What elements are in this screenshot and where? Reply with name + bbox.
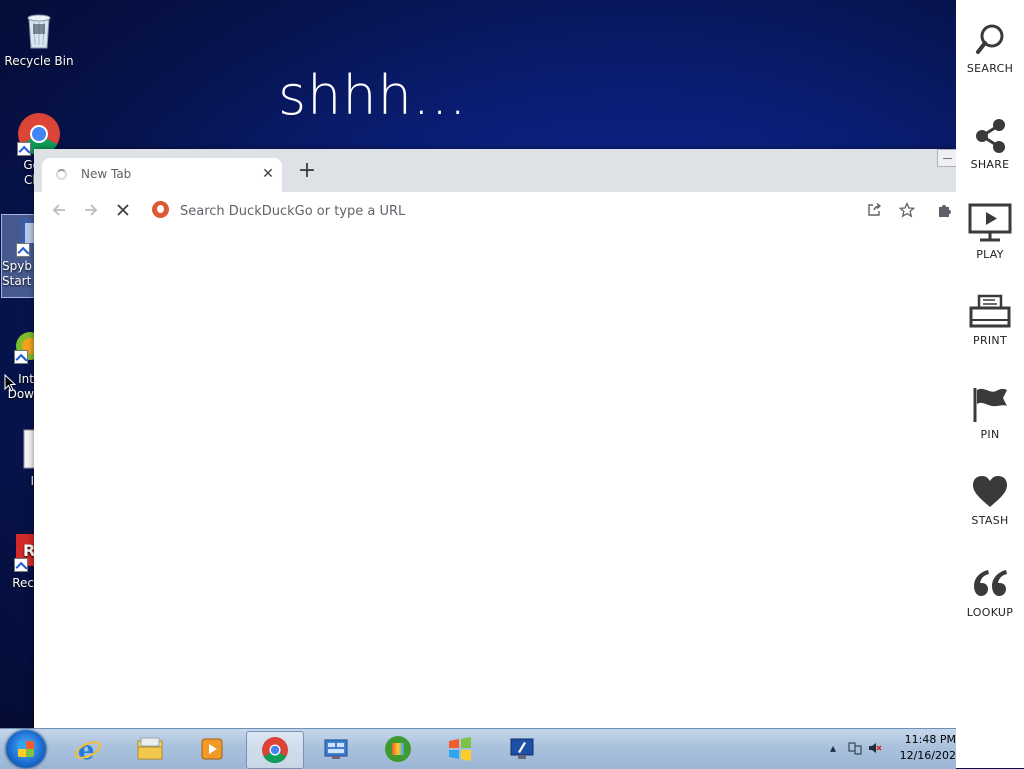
page-content [34,228,956,728]
side-item-label: PLAY [976,248,1004,261]
browser-window: New Tab ✕ + [34,149,956,728]
tab-close-button[interactable]: ✕ [260,166,276,182]
flag-icon [973,388,1007,422]
share-box-icon [867,202,881,216]
tab-new-tab[interactable]: New Tab ✕ [42,158,282,192]
desktop-icon-spybot[interactable]: Spyb Start [1,214,35,298]
shortcut-arrow-icon [14,350,28,364]
side-item-play[interactable]: PLAY [956,202,1024,282]
taskbar: e ▴ 11:48 PM 12/16/202 [0,728,956,769]
tab-title: New Tab [81,167,132,181]
stop-loading-button[interactable] [111,198,135,222]
heart-icon [973,476,1007,507]
shortcut-arrow-icon [17,142,31,156]
shortcut-arrow-icon [14,558,28,572]
extensions-button[interactable] [933,198,957,222]
side-item-label: SHARE [970,158,1010,171]
side-item-stash[interactable]: STASH [956,474,1024,554]
svg-text:e: e [78,736,95,763]
volume-muted-icon[interactable] [868,741,882,755]
forward-button[interactable] [79,198,103,222]
omnibox[interactable] [148,196,924,224]
internet-explorer-icon: e [74,736,102,763]
side-panel: SEARCH SHARE PLAY PRINT PIN STASH LOOKUP [956,0,1024,768]
taskbar-chrome[interactable] [246,731,304,769]
shortcut-arrow-icon [16,243,30,257]
chrome-icon [262,737,288,764]
minimize-button[interactable] [937,149,956,167]
taskbar-windows-logo-app[interactable] [432,731,488,767]
bookmark-star-button[interactable] [895,198,919,222]
side-item-label: PRINT [973,334,1007,347]
windows-update-icon [385,736,411,762]
back-arrow-icon [52,204,65,216]
folder-icon [137,737,163,760]
system-tray: ▴ 11:48 PM 12/16/202 [826,729,956,769]
share-page-button[interactable] [862,198,886,222]
print-icon [969,294,1011,328]
desktop-icon-rec[interactable]: R Rec [4,530,34,591]
taskbar-system-app[interactable] [494,731,550,767]
address-bar-input[interactable] [178,199,842,223]
taskbar-media-player[interactable] [184,731,240,767]
taskbar-internet-explorer[interactable]: e [60,731,116,767]
side-item-label: LOOKUP [966,606,1014,619]
monitor-app-icon [510,738,534,759]
clock-date: 12/16/202 [899,749,956,762]
star-icon [898,201,916,218]
quote-icon [974,570,1007,596]
side-item-lookup[interactable]: LOOKUP [956,566,1024,646]
side-item-label: SEARCH [966,62,1014,75]
start-button[interactable] [6,730,46,768]
desktop-icon-label: Spyb Start [2,259,32,288]
clock-time: 11:48 PM [904,733,956,746]
side-item-share[interactable]: SHARE [956,118,1024,198]
side-item-search[interactable]: SEARCH [956,22,1024,102]
taskbar-windows-update[interactable] [370,731,426,767]
side-item-print[interactable]: PRINT [956,294,1024,374]
clock[interactable]: 11:48 PM 12/16/202 [900,732,956,764]
internet-download-icon [4,326,34,370]
red-r-app-icon: R [4,530,34,574]
show-hidden-icons-button[interactable]: ▴ [826,741,840,755]
network-icon[interactable] [848,741,862,755]
side-item-label: STASH [971,514,1009,527]
overlay-text: shhh... [278,64,468,127]
desktop-icon-label: Recycle Bin [4,54,74,68]
desktop-icon-label: I [30,474,34,488]
loading-spinner-icon [56,169,67,180]
play-icon [968,203,1012,242]
new-tab-button[interactable]: + [296,160,318,183]
side-item-label: PIN [980,428,1000,441]
tab-strip: New Tab ✕ + [34,149,956,192]
stop-x-icon [117,204,129,216]
mouse-cursor-icon [4,374,16,392]
taskbar-control-panel[interactable] [308,731,364,767]
media-player-icon [201,738,223,760]
desktop-icon-label: Rec [12,576,34,590]
desktop-icon-document[interactable]: I [4,428,34,489]
recycle-bin-icon [17,8,61,52]
taskbar-file-explorer[interactable] [122,731,178,767]
browser-toolbar [34,192,956,229]
desktop-icon-recycle-bin[interactable]: Recycle Bin [4,8,74,69]
windows-flag-icon [449,737,471,761]
search-icon [976,24,1004,54]
share-icon [976,119,1005,153]
document-icon [4,428,34,472]
duckduckgo-icon [152,201,169,218]
side-item-pin[interactable]: PIN [956,386,1024,466]
back-button[interactable] [47,198,71,222]
spybot-icon [8,215,34,259]
forward-arrow-icon [85,204,98,216]
puzzle-icon [939,205,951,217]
control-panel-icon [324,739,348,759]
